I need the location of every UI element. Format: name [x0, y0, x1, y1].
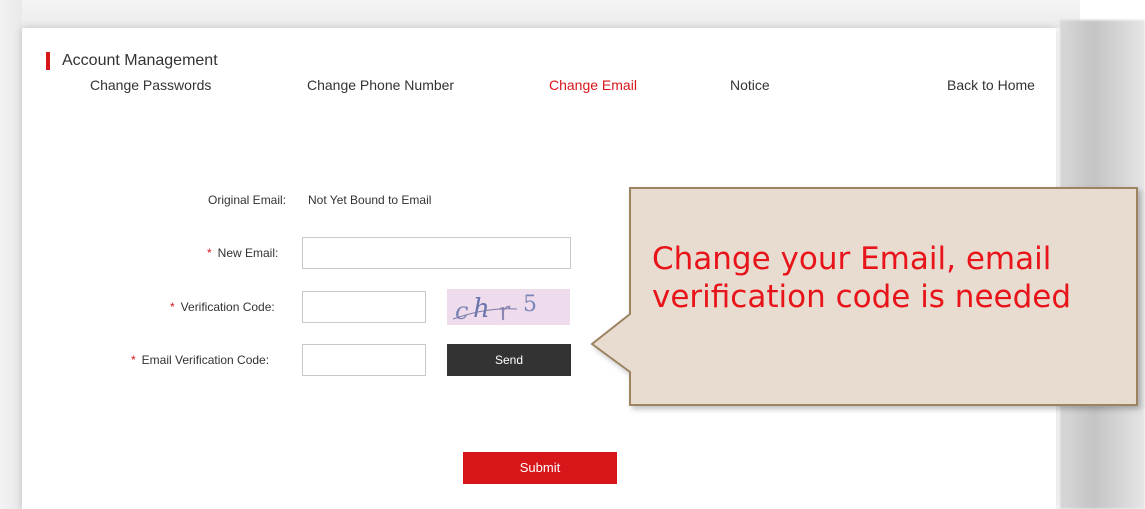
verification-code-label: * Verification Code:: [170, 300, 275, 314]
new-email-input[interactable]: [302, 237, 571, 269]
captcha-char-5: 5: [523, 292, 537, 317]
original-email-value: Not Yet Bound to Email: [308, 193, 432, 207]
captcha-glyphs: c h r 5: [452, 292, 537, 326]
section-accent-bar: [46, 52, 50, 70]
nav-change-phone-number[interactable]: Change Phone Number: [307, 77, 454, 93]
captcha-char-h: h: [473, 294, 490, 324]
captcha-char-c: c: [455, 297, 468, 325]
required-marker: *: [131, 353, 136, 367]
backdrop-left: [0, 0, 22, 509]
submit-button[interactable]: Submit: [463, 452, 617, 484]
new-email-label-text: New Email:: [217, 246, 279, 260]
nav-notice[interactable]: Notice: [730, 77, 770, 93]
original-email-label: Original Email:: [208, 193, 287, 207]
verification-code-input[interactable]: [302, 291, 426, 323]
required-marker: *: [207, 246, 212, 260]
captcha-image[interactable]: c h r 5: [447, 289, 570, 326]
send-button[interactable]: Send: [447, 344, 571, 376]
captcha-char-r: r: [496, 296, 515, 325]
verification-code-label-text: Verification Code:: [180, 300, 275, 314]
required-marker: *: [170, 300, 175, 314]
callout-text: Change your Email, email verification co…: [652, 241, 1072, 315]
section-title: Account Management: [62, 52, 218, 69]
backdrop-top: [0, 0, 1080, 28]
nav-change-email[interactable]: Change Email: [549, 77, 637, 93]
email-verification-code-label-text: Email Verification Code:: [141, 353, 270, 367]
nav-back-to-home[interactable]: Back to Home: [947, 77, 1035, 93]
email-verification-code-label: * Email Verification Code:: [131, 353, 269, 367]
new-email-label: * New Email:: [207, 246, 278, 260]
nav-change-passwords[interactable]: Change Passwords: [90, 77, 211, 93]
email-verification-code-input[interactable]: [302, 344, 426, 376]
